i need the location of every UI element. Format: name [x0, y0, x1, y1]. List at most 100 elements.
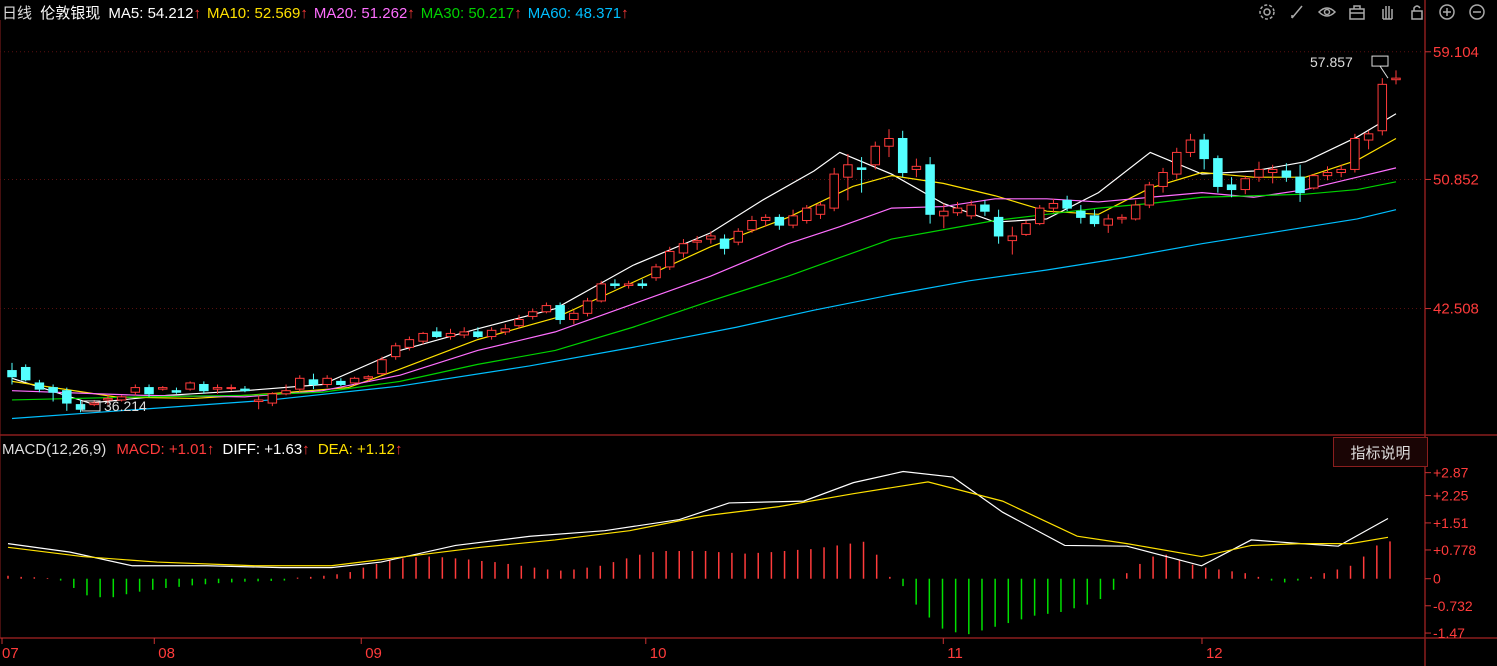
dea-label-text: DEA: — [317, 441, 353, 458]
candle-body — [7, 370, 17, 378]
candle-body — [48, 387, 58, 393]
macd-line-dea — [7, 481, 1389, 567]
candle-body — [719, 238, 730, 249]
candle-body — [541, 305, 552, 313]
candle-body — [514, 319, 524, 327]
candle-body — [418, 332, 428, 342]
ma-line-ma30 — [11, 181, 1397, 401]
macd-value: +1.01 — [168, 441, 207, 458]
zoom-in-icon[interactable] — [1435, 1, 1459, 23]
candle-body — [1048, 202, 1059, 209]
candle-body — [212, 387, 223, 390]
candle-body — [144, 387, 154, 395]
candle-body — [1295, 176, 1305, 194]
candle-body — [582, 300, 593, 314]
ma-value: 50.217 — [468, 5, 515, 22]
candle-body — [240, 388, 250, 392]
candle-body — [1172, 151, 1182, 175]
candle-body — [1267, 168, 1278, 174]
toolbox-icon[interactable] — [1345, 1, 1369, 23]
candle-body — [569, 312, 579, 321]
macd-tick-label: +1.51 — [1433, 515, 1469, 531]
price-tick-label: 59.104 — [1433, 44, 1479, 61]
ma-label: MA60: — [527, 5, 576, 22]
diff-label-text: DIFF: — [222, 441, 261, 458]
candle-body — [952, 207, 963, 214]
indicator-explanation-button[interactable]: 指标说明 — [1333, 437, 1428, 467]
candle-body — [856, 167, 867, 170]
candle-body — [226, 387, 236, 390]
candle-body — [185, 382, 195, 390]
candle-body — [692, 240, 702, 243]
candle-body — [1117, 216, 1127, 220]
candle-body — [1336, 168, 1346, 174]
candle-body — [1391, 77, 1401, 81]
candle-body — [1377, 83, 1388, 132]
ma-value: 52.569 — [254, 5, 301, 22]
x-tick-label: 10 — [650, 645, 667, 662]
candle-body — [1103, 218, 1113, 226]
candle-body — [199, 383, 209, 392]
period-label: 日线 — [2, 5, 33, 22]
candle-body — [993, 216, 1004, 237]
high-marker — [1371, 55, 1389, 67]
candle-body — [1007, 235, 1018, 242]
hand-icon[interactable] — [1375, 1, 1399, 23]
eye-icon[interactable] — [1315, 1, 1339, 23]
x-tick-label: 11 — [947, 645, 963, 662]
macd-header: MACD(12,26,9) MACD: +1.01↑ DIFF: +1.63↑ … — [2, 441, 407, 458]
chart-canvas[interactable]: 59.104 50.852 42.508 57.857 36.214 07 08 09 10 11… — [0, 0, 1497, 666]
candle-body — [308, 379, 319, 385]
candle-body — [281, 390, 291, 395]
candle-body — [1130, 204, 1141, 220]
candle-body — [966, 204, 976, 217]
candle-body — [1021, 223, 1031, 235]
candle-body — [390, 345, 401, 358]
ma-value: 54.212 — [147, 5, 194, 22]
ma-line-ma20 — [11, 167, 1397, 398]
candle-body — [747, 219, 757, 231]
candle-body — [843, 164, 853, 178]
candle-body — [733, 230, 744, 243]
candle-body — [897, 137, 908, 174]
candle-body — [911, 165, 922, 170]
candle-body — [322, 377, 332, 385]
candle-body — [295, 377, 305, 390]
candle-body — [1363, 133, 1374, 141]
candle-body — [89, 402, 99, 406]
chart-toolbar — [1255, 1, 1489, 23]
zoom-out-icon[interactable] — [1465, 1, 1489, 23]
candle-body — [75, 404, 86, 410]
candle-body — [253, 399, 264, 403]
ma-legend-ma60: MA60: 48.371↑ — [528, 5, 629, 22]
candle-body — [459, 331, 469, 336]
candle-body — [500, 328, 511, 333]
ma-label: MA5: — [108, 5, 148, 22]
candle-body — [1034, 207, 1045, 225]
ma-legend-ma30: MA30: 50.217↑ — [421, 5, 522, 22]
macd-title: MACD(12,26,9) — [2, 441, 107, 458]
pen-icon[interactable] — [1285, 1, 1309, 23]
candle-body — [527, 311, 538, 317]
candle-body — [1158, 172, 1168, 187]
candle-body — [377, 359, 387, 375]
x-tick-label: 08 — [158, 645, 175, 662]
dea-value: +1.12 — [357, 441, 395, 458]
candle-body — [870, 145, 881, 166]
macd-label: MACD: +1.01↑ — [116, 441, 214, 458]
ma-legend: MA5: 54.212↑ MA10: 52.569↑ MA20: 51.262↑ MA… — [108, 5, 634, 22]
candle-body — [815, 204, 826, 215]
gear-icon[interactable] — [1255, 1, 1279, 23]
ma-arrow: ↑ — [621, 5, 629, 22]
candle-body — [637, 283, 648, 286]
x-tick-label: 07 — [2, 645, 19, 662]
candle-body — [788, 215, 798, 226]
lock-icon[interactable] — [1405, 1, 1429, 23]
candle-body — [445, 332, 456, 338]
candle-body — [678, 243, 689, 254]
ma-arrow: ↑ — [407, 5, 415, 22]
ma-legend-ma20: MA20: 51.262↑ — [314, 5, 415, 22]
candle-body — [157, 387, 168, 390]
candle-body — [651, 266, 661, 279]
macd-tick-label: +0.778 — [1433, 542, 1476, 558]
